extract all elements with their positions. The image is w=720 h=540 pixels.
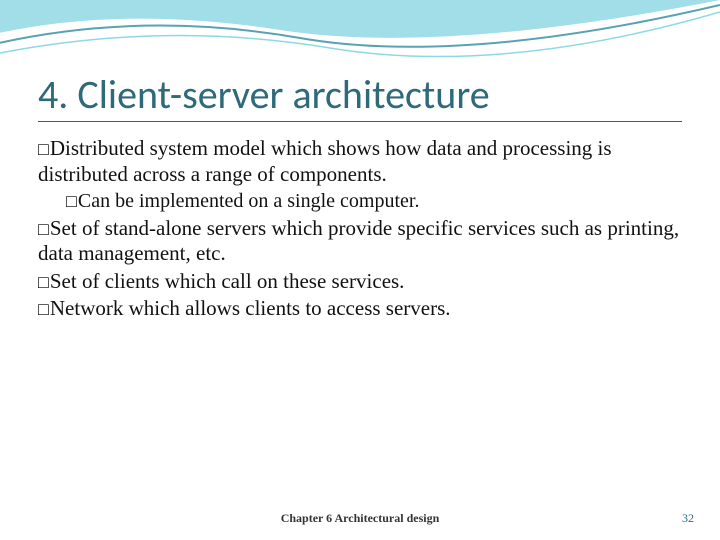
bullet-text: Set of stand-alone servers which provide… bbox=[38, 216, 679, 266]
square-bullet-icon: □ bbox=[38, 299, 49, 321]
bullet-item: □Distributed system model which shows ho… bbox=[38, 136, 682, 214]
bullet-text: Set of clients which call on these servi… bbox=[50, 269, 405, 293]
footer-page-number: 32 bbox=[682, 511, 694, 526]
square-bullet-icon: □ bbox=[66, 191, 77, 213]
square-bullet-icon: □ bbox=[38, 272, 49, 294]
bullet-item: □Set of clients which call on these serv… bbox=[38, 269, 682, 295]
bullet-item: □Network which allows clients to access … bbox=[38, 296, 682, 322]
bullet-item: □Set of stand-alone servers which provid… bbox=[38, 216, 682, 267]
bullet-list: □Distributed system model which shows ho… bbox=[38, 136, 682, 322]
sub-bullet-text: Can be implemented on a single computer. bbox=[78, 190, 420, 212]
slide-title: 4. Client-server architecture bbox=[38, 70, 682, 119]
square-bullet-icon: □ bbox=[38, 219, 49, 241]
bullet-text: Distributed system model which shows how… bbox=[38, 136, 612, 186]
slide-content: 4. Client-server architecture □Distribut… bbox=[0, 0, 720, 322]
footer-chapter: Chapter 6 Architectural design bbox=[0, 511, 720, 526]
sub-bullet-item: □Can be implemented on a single computer… bbox=[66, 189, 682, 213]
bullet-text: Network which allows clients to access s… bbox=[50, 296, 451, 320]
title-underline bbox=[38, 121, 682, 122]
square-bullet-icon: □ bbox=[38, 139, 49, 161]
